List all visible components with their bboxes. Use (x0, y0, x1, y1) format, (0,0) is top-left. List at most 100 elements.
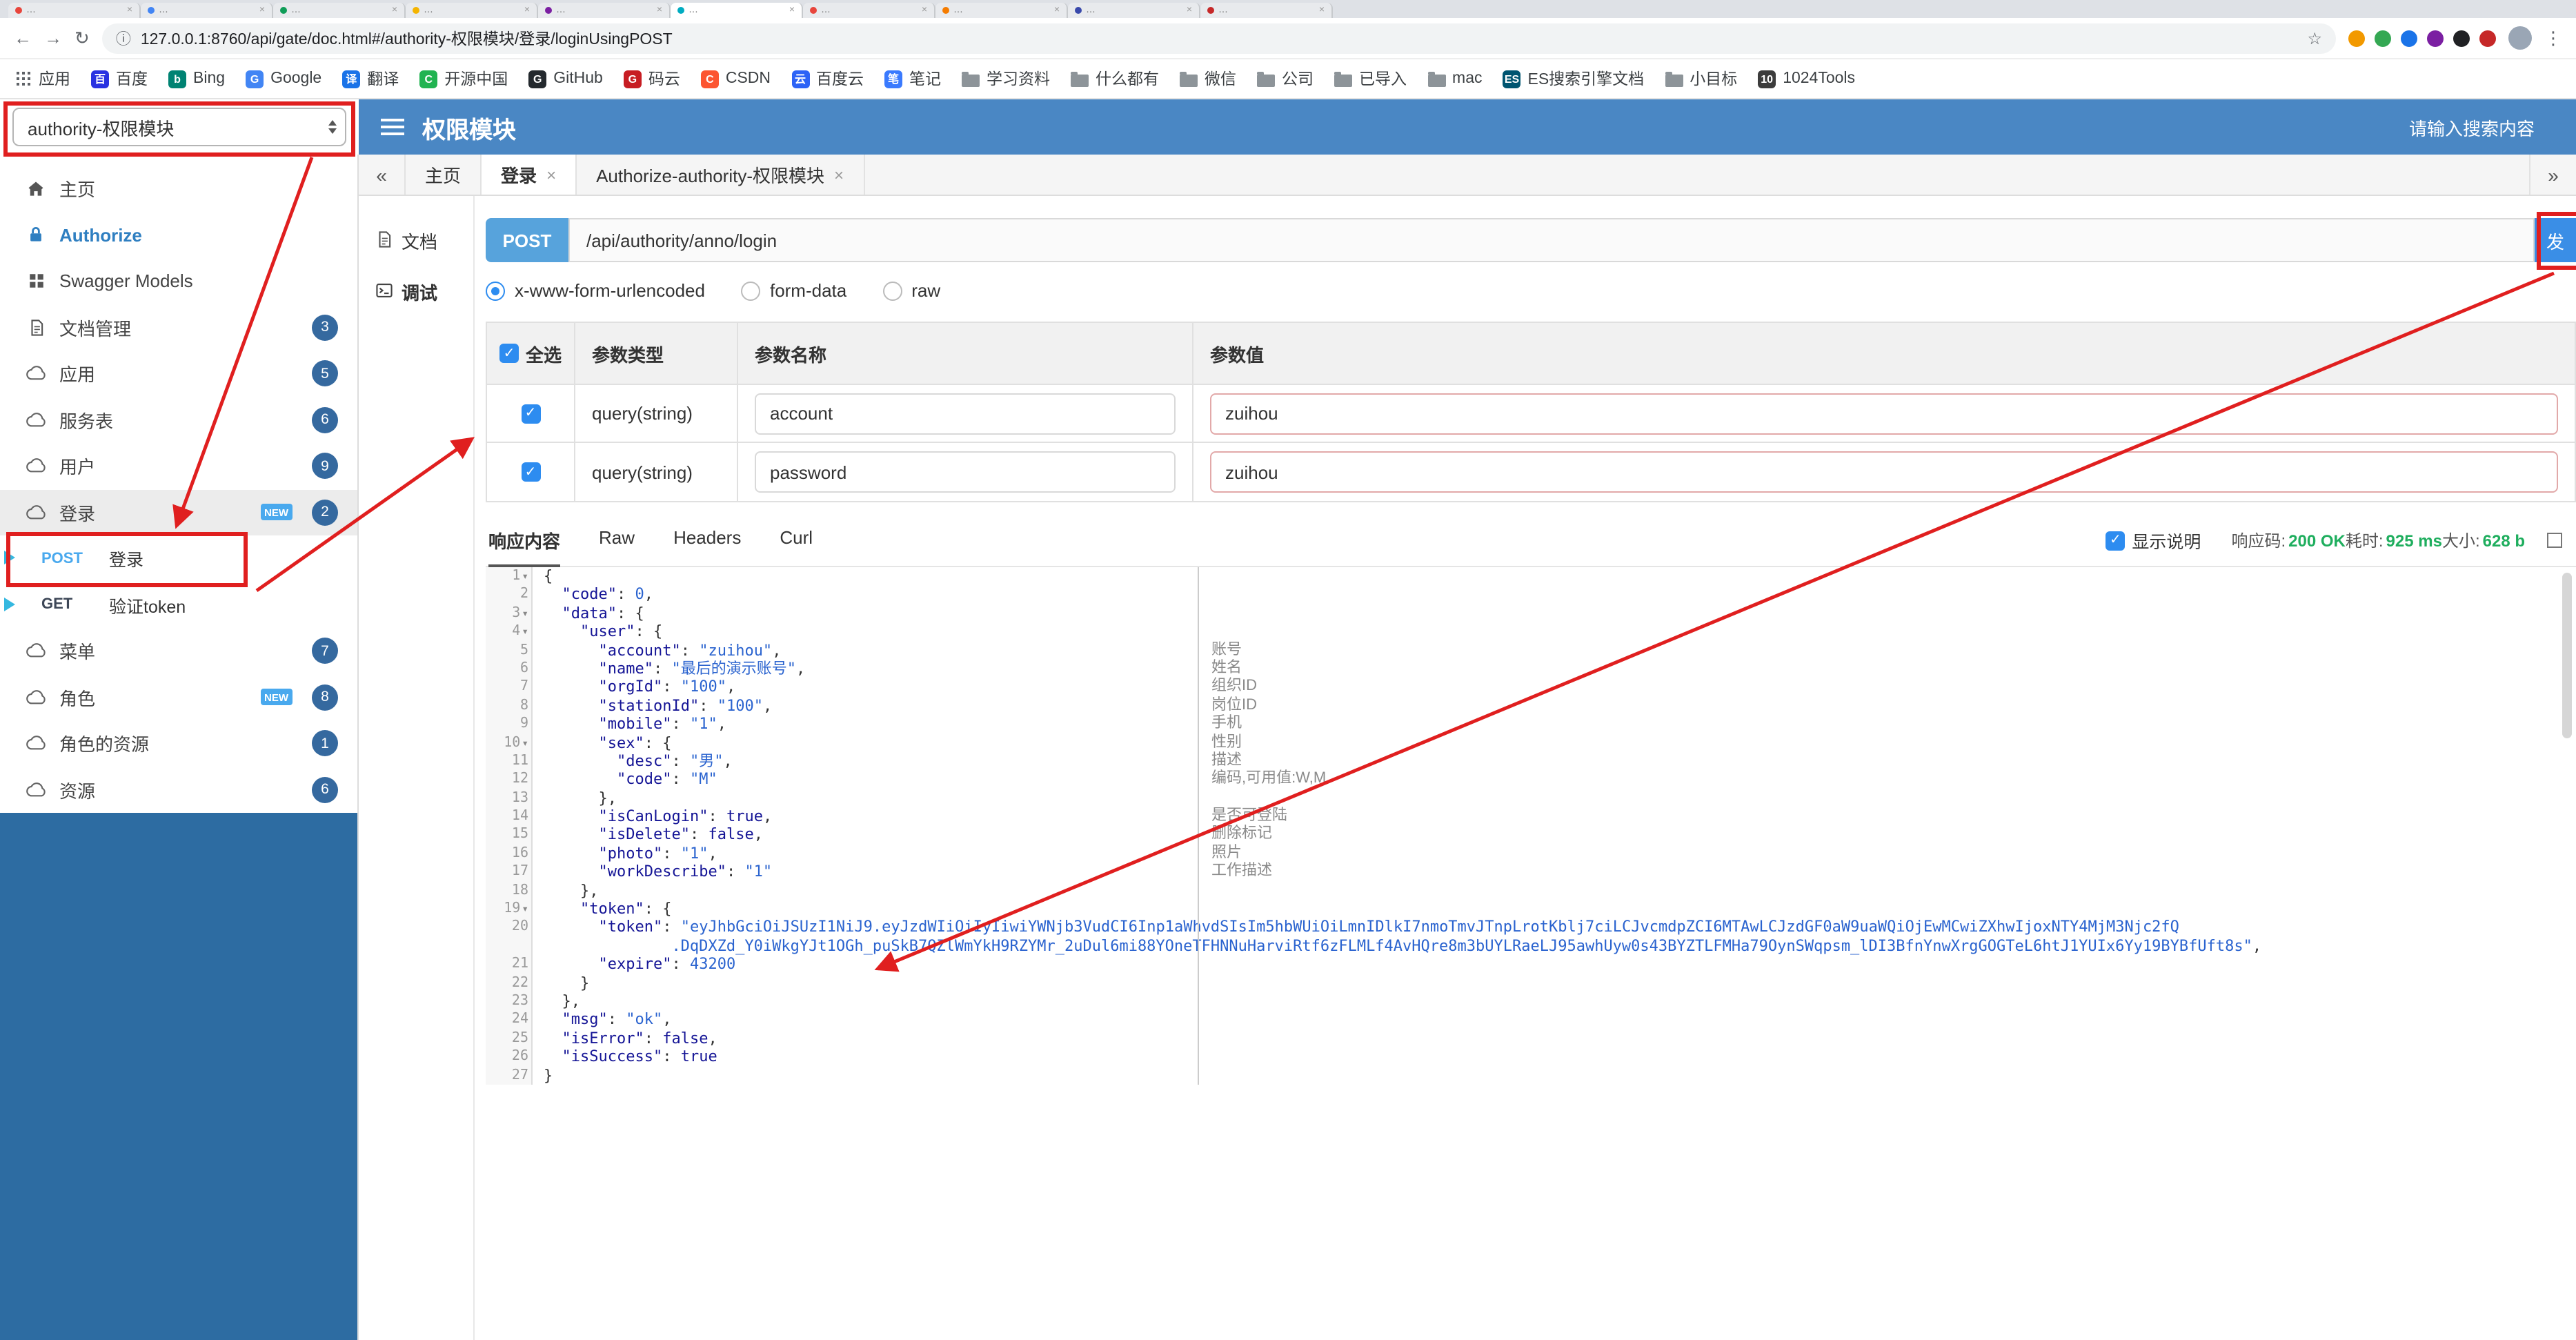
tab-close-icon[interactable]: × (834, 165, 844, 184)
doc-tab[interactable]: 登录 × (482, 155, 577, 195)
bookmark-item[interactable]: 公司 (1257, 68, 1314, 90)
browser-tab[interactable]: … × (538, 3, 671, 18)
profile-avatar[interactable] (2508, 26, 2532, 50)
response-tab[interactable]: 响应内容 (488, 527, 561, 567)
fold-icon[interactable]: ▾ (522, 733, 528, 752)
param-checkbox[interactable]: ✓ (521, 404, 540, 423)
tab-close-icon[interactable]: × (1319, 6, 1325, 15)
editor-scrollbar[interactable] (2562, 573, 2572, 738)
sidebar-item-应用[interactable]: 应用 5 (0, 351, 357, 397)
tab-close-icon[interactable]: × (1054, 6, 1060, 15)
doc-tab[interactable]: 主页 (406, 155, 482, 195)
sidebar-item-主页[interactable]: 主页 (0, 166, 357, 212)
sidebar-item-Swagger Models[interactable]: Swagger Models (0, 258, 357, 304)
bookmark-item[interactable]: 微信 (1180, 68, 1236, 90)
sidebar-item-文档管理[interactable]: 文档管理 3 (0, 304, 357, 351)
browser-tab[interactable]: … × (8, 3, 141, 18)
extension-icon[interactable] (2427, 30, 2444, 46)
module-select[interactable]: authority-权限模块 (12, 108, 346, 146)
content-type-radio[interactable]: x-www-form-urlencoded (486, 280, 705, 301)
param-value-input[interactable] (1210, 451, 2558, 493)
fold-icon[interactable]: ▾ (522, 622, 528, 641)
fold-icon[interactable]: ▾ (522, 900, 528, 918)
header-search-input[interactable]: 请输入搜索内容 (2409, 114, 2535, 140)
select-all-checkbox[interactable]: ✓ (499, 344, 519, 363)
fold-icon[interactable]: ▾ (522, 604, 528, 623)
sidebar-item-用户[interactable]: 用户 9 (0, 443, 357, 489)
param-value-input[interactable] (1210, 393, 2558, 434)
browser-tab[interactable]: … × (1068, 3, 1200, 18)
send-button[interactable]: 发 (2535, 218, 2576, 262)
browser-tab[interactable]: … × (935, 3, 1068, 18)
browser-tab[interactable]: … × (141, 3, 273, 18)
bookmark-item[interactable]: C CSDN (700, 70, 771, 88)
tab-close-icon[interactable]: × (657, 6, 662, 15)
extension-icon[interactable] (2479, 30, 2496, 46)
sidebar-item-菜单[interactable]: 菜单 7 (0, 628, 357, 674)
extension-icon[interactable] (2348, 30, 2365, 46)
tab-document[interactable]: 文档 (359, 215, 473, 266)
bookmark-star-icon[interactable]: ☆ (2307, 28, 2322, 48)
extension-icon[interactable] (2401, 30, 2417, 46)
browser-tab[interactable]: … × (1200, 3, 1333, 18)
bookmark-item[interactable]: 什么都有 (1071, 68, 1159, 90)
bookmark-item[interactable]: 应用 (17, 68, 70, 90)
sidebar-item-服务表[interactable]: 服务表 6 (0, 397, 357, 443)
bookmark-item[interactable]: 云百度云 (791, 68, 864, 90)
sidebar-item-角色的资源[interactable]: 角色的资源 1 (0, 720, 357, 767)
bookmark-item[interactable]: b Bing (168, 70, 225, 88)
bookmark-item[interactable]: mac (1427, 70, 1483, 87)
hamburger-icon[interactable] (381, 119, 404, 135)
browser-tab[interactable]: … × (406, 3, 538, 18)
request-url-field[interactable]: /api/authority/anno/login (568, 218, 2535, 262)
sidebar-item-角色[interactable]: 角色 NEW 8 (0, 674, 357, 720)
tab-close-icon[interactable]: × (922, 6, 927, 15)
fullscreen-icon[interactable] (2547, 533, 2562, 548)
bookmark-item[interactable]: G Google (246, 70, 321, 88)
sidebar-item-Authorize[interactable]: Authorize (0, 212, 357, 258)
bookmark-item[interactable]: C 开源中国 (419, 68, 508, 90)
reload-icon[interactable]: ↻ (75, 27, 90, 49)
fold-icon[interactable]: ▾ (522, 567, 528, 586)
browser-tab[interactable]: … × (671, 3, 803, 18)
response-tab[interactable]: Headers (673, 527, 741, 553)
sidebar-item-登录[interactable]: 登录 NEW 2 (0, 489, 357, 535)
bookmark-item[interactable]: 小目标 (1665, 68, 1737, 90)
tab-close-icon[interactable]: × (392, 6, 397, 15)
site-info-icon[interactable]: ⓘ (116, 27, 131, 49)
tab-close-icon[interactable]: × (259, 6, 265, 15)
sidebar-api-post-登录[interactable]: POST 登录 (0, 535, 357, 582)
browser-menu-icon[interactable]: ⋮ (2544, 27, 2562, 49)
extension-icon[interactable] (2375, 30, 2391, 46)
show-description-toggle[interactable]: ✓ 显示说明 (2106, 527, 2201, 553)
response-tab[interactable]: Curl (780, 527, 813, 553)
bookmark-item[interactable]: 已导入 (1334, 68, 1407, 90)
bookmark-item[interactable]: G GitHub (528, 70, 603, 88)
content-type-radio[interactable]: form-data (740, 280, 846, 301)
content-type-radio[interactable]: raw (882, 280, 940, 301)
param-name-input[interactable] (755, 393, 1176, 434)
browser-tab[interactable]: … × (273, 3, 406, 18)
tab-close-icon[interactable]: × (1187, 6, 1192, 15)
param-name-input[interactable] (755, 451, 1176, 493)
bookmark-item[interactable]: G 码云 (623, 68, 680, 90)
collapse-right-button[interactable]: » (2529, 155, 2576, 195)
bookmark-item[interactable]: 百百度 (91, 68, 148, 90)
tab-debug[interactable]: 调试 (359, 266, 473, 317)
tab-close-icon[interactable]: × (789, 6, 795, 15)
sidebar-api-get-验证token[interactable]: GET 验证token (0, 582, 357, 628)
forward-icon[interactable]: → (44, 28, 62, 48)
back-icon[interactable]: ← (14, 28, 32, 48)
bookmark-item[interactable]: ES ES搜索引擎文档 (1503, 68, 1644, 90)
collapse-left-button[interactable]: « (359, 155, 406, 195)
tab-close-icon[interactable]: × (127, 6, 132, 15)
tab-close-icon[interactable]: × (524, 6, 530, 15)
show-description-checkbox[interactable]: ✓ (2106, 531, 2126, 550)
bookmark-item[interactable]: 学习资料 (962, 68, 1050, 90)
doc-tab[interactable]: Authorize-authority-权限模块 × (577, 155, 865, 195)
bookmark-item[interactable]: 10 1024Tools (1758, 70, 1855, 88)
url-bar[interactable]: ⓘ 127.0.0.1:8760/api/gate/doc.html#/auth… (101, 23, 2336, 53)
param-checkbox[interactable]: ✓ (521, 462, 540, 482)
bookmark-item[interactable]: 笔笔记 (884, 68, 941, 90)
extension-icon[interactable] (2453, 30, 2470, 46)
